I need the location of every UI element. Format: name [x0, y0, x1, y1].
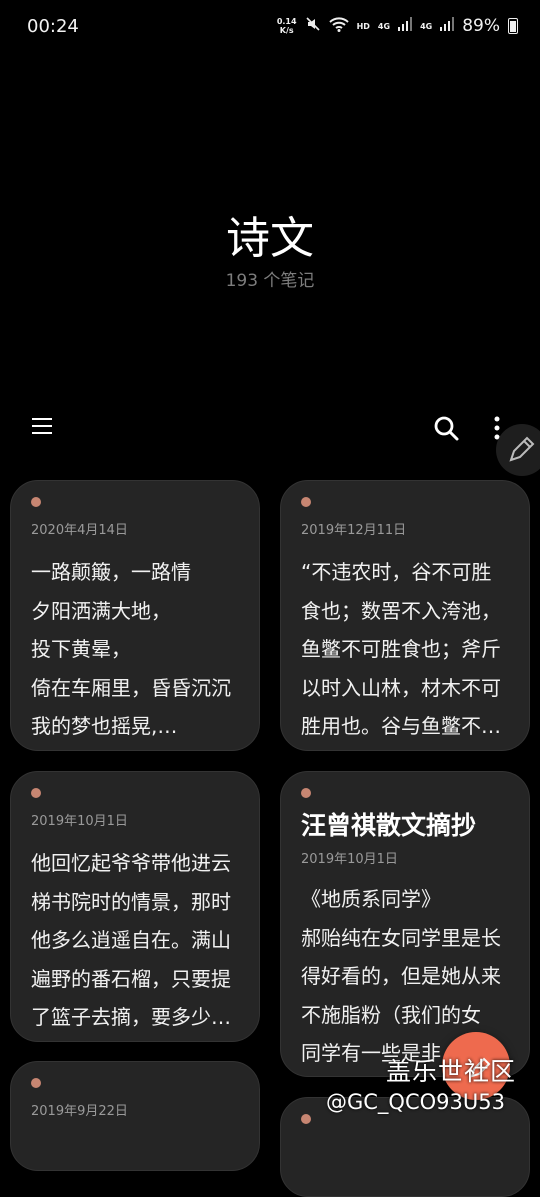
- network-speed-unit: K/s: [279, 26, 294, 35]
- signal-icon-2: [440, 17, 455, 35]
- note-date: 2019年10月1日: [301, 852, 398, 867]
- note-card[interactable]: 2019年9月22日: [10, 1061, 260, 1171]
- status-time: 00:24: [27, 16, 79, 37]
- network-speed: 0.14 K/s: [277, 17, 297, 35]
- note-date: 2020年4月14日: [31, 523, 128, 538]
- color-dot: [31, 788, 41, 798]
- signal-icon-1: [398, 17, 413, 35]
- search-icon: [434, 416, 459, 441]
- mute-icon: [305, 16, 321, 36]
- note-title: 汪曾祺散文摘抄: [301, 811, 477, 840]
- note-count: 193 个笔记: [225, 271, 315, 291]
- watermark-site: 盖乐世社区: [386, 1057, 517, 1086]
- note-card[interactable]: 2020年4月14日 一路颠簸，一路情 夕阳洒满大地， 投下黄晕， 倚在车厢里，…: [10, 480, 260, 751]
- note-date: 2019年12月11日: [301, 523, 407, 538]
- edit-button[interactable]: [496, 424, 540, 476]
- note-preview: 他回忆起爷爷带他进云 梯书院时的情景，那时 他多么逍遥自在。满山 遍野的番石榴，…: [31, 851, 231, 1029]
- battery-icon: [508, 18, 518, 34]
- note-preview: 一路颠簸，一路情 夕阳洒满大地， 投下黄晕， 倚在车厢里，昏昏沉沉 我的梦也摇晃…: [31, 560, 231, 738]
- note-preview: “不违农时，谷不可胜 食也；数罟不入洿池， 鱼鳖不可胜食也；斧斤 以时入山林，材…: [301, 560, 501, 738]
- toolbar: [0, 404, 540, 452]
- hd-label: HD: [356, 21, 370, 31]
- lte-label-2: 4G: [420, 21, 433, 31]
- note-date: 2019年9月22日: [31, 1104, 128, 1119]
- menu-button[interactable]: [30, 414, 54, 438]
- color-dot: [31, 497, 41, 507]
- note-card[interactable]: 2019年12月11日 “不违农时，谷不可胜 食也；数罟不入洿池， 鱼鳖不可胜食…: [280, 480, 530, 751]
- network-speed-value: 0.14: [276, 17, 297, 26]
- color-dot: [31, 1078, 41, 1088]
- color-dot: [301, 1114, 311, 1124]
- battery-percent: 89%: [462, 16, 500, 36]
- menu-icon: [32, 418, 52, 434]
- status-icons: 0.14 K/s HD 4G 4G 89%: [277, 16, 518, 36]
- wifi-icon: [328, 16, 349, 36]
- color-dot: [301, 788, 311, 798]
- color-dot: [301, 497, 311, 507]
- folder-title: 诗文: [226, 213, 314, 264]
- watermark-user: @GC_QCO93U53: [326, 1090, 505, 1114]
- search-button[interactable]: [432, 414, 460, 442]
- pencil-icon: [509, 436, 535, 462]
- note-date: 2019年10月1日: [31, 814, 128, 829]
- lte-label-1: 4G: [377, 21, 391, 31]
- status-bar: 00:24 0.14 K/s HD 4G 4G 89%: [0, 0, 540, 56]
- note-card[interactable]: 2019年10月1日 他回忆起爷爷带他进云 梯书院时的情景，那时 他多么逍遥自在…: [10, 771, 260, 1042]
